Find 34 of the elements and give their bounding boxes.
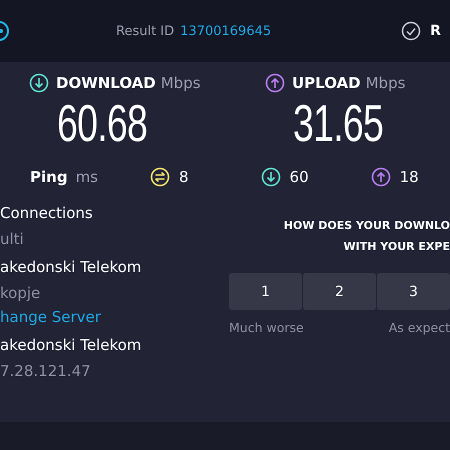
detail-value: ulti — [0, 229, 25, 249]
rating-button[interactable]: 1 — [229, 273, 302, 310]
result-id-link[interactable]: 13700169645 — [180, 24, 272, 38]
upload-ping-value: 18 — [400, 168, 419, 186]
download-unit: Mbps — [160, 74, 201, 92]
detail-title: Connections — [0, 203, 94, 223]
detail-title: akedonski Telekom — [0, 335, 142, 355]
result-id-label: Result ID — [116, 24, 174, 38]
download-value: 60.68 — [57, 94, 148, 154]
scale-label: Much worse — [229, 320, 304, 335]
ping-unit: ms — [76, 168, 98, 186]
idle-ping-value: 8 — [179, 168, 189, 186]
upload-label: UPLOAD — [292, 74, 361, 92]
download-icon — [260, 167, 281, 187]
survey-question: WITH YOUR EXPE — [344, 239, 450, 255]
check-circle-icon[interactable] — [401, 21, 422, 41]
survey-question: HOW DOES YOUR DOWNLO — [284, 218, 450, 234]
upload-icon — [370, 167, 391, 187]
ping-label: Ping — [30, 168, 68, 186]
detail-title: akedonski Telekom — [0, 257, 142, 277]
change-server-link[interactable]: hange Server — [0, 307, 229, 327]
download-icon — [29, 73, 49, 93]
download-label: DOWNLOAD — [56, 74, 156, 92]
upload-icon — [265, 73, 285, 93]
jitter-icon — [150, 167, 170, 187]
upload-value: 31.65 — [293, 94, 384, 154]
rating-button[interactable]: 3 — [377, 273, 450, 310]
upload-unit: Mbps — [366, 74, 406, 92]
download-ping-value: 60 — [290, 168, 309, 186]
results-label[interactable]: R — [430, 23, 441, 39]
detail-value: kopje — [0, 283, 42, 303]
rating-button[interactable]: 2 — [303, 273, 376, 310]
scale-label: As expect — [388, 320, 450, 335]
detail-value: 7.28.121.47 — [0, 361, 92, 381]
